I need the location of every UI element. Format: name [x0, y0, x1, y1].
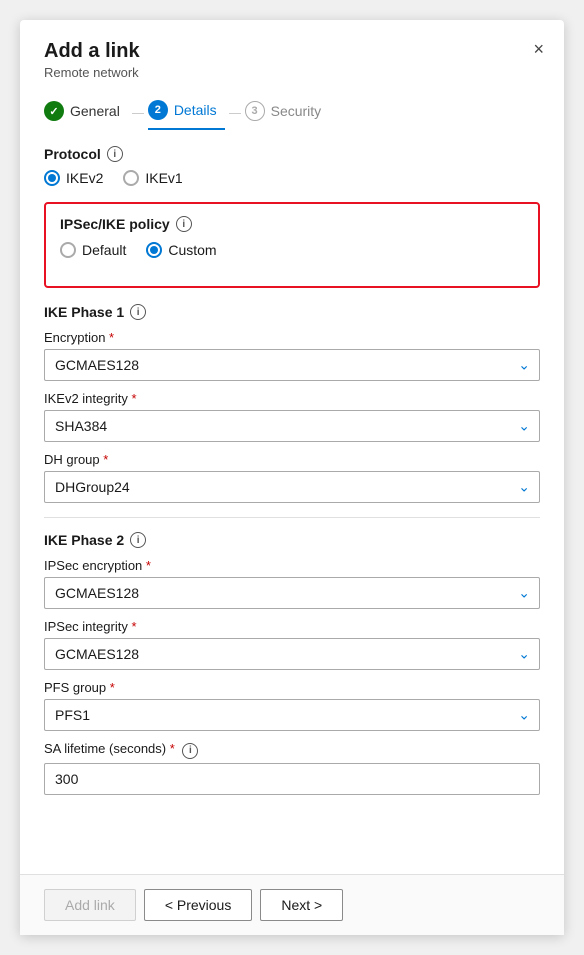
ikev2-integrity-field: IKEv2 integrity * SHA384 SHA256 SHA1 ⌄ [44, 391, 540, 442]
ike-phase1-info-icon[interactable]: i [130, 304, 146, 320]
encryption-select[interactable]: GCMAES128 GCMAES256 AES256 [44, 349, 540, 381]
ike-phase2-title: IKE Phase 2 i [44, 532, 540, 548]
ipsec-integrity-field: IPSec integrity * GCMAES128 GCMAES256 SH… [44, 619, 540, 670]
ike-phase1-section: IKE Phase 1 i Encryption * GCMAES128 GCM… [44, 304, 540, 503]
ike-phase2-info-icon[interactable]: i [130, 532, 146, 548]
dh-group-field: DH group * DHGroup24 DHGroup14 ECP384 ⌄ [44, 452, 540, 503]
protocol-info-icon[interactable]: i [107, 146, 123, 162]
protocol-ikev1-label: IKEv1 [145, 170, 182, 186]
ipsec-policy-box: IPSec/IKE policy i Default Custom [44, 202, 540, 288]
step-separator-1 [132, 113, 144, 114]
ikev2-integrity-select[interactable]: SHA384 SHA256 SHA1 [44, 410, 540, 442]
sa-lifetime-label: SA lifetime (seconds) * i [44, 741, 540, 759]
close-button[interactable]: × [529, 36, 548, 62]
pfs-group-label: PFS group * [44, 680, 540, 695]
sa-lifetime-info-icon[interactable]: i [182, 743, 198, 759]
pfs-group-select-wrapper: PFS1 PFS2 PFS24 None ⌄ [44, 699, 540, 731]
dh-group-select-wrapper: DHGroup24 DHGroup14 ECP384 ⌄ [44, 471, 540, 503]
sa-lifetime-field: SA lifetime (seconds) * i [44, 741, 540, 795]
step-separator-2 [229, 113, 241, 114]
protocol-ikev2-option[interactable]: IKEv2 [44, 170, 103, 186]
encryption-select-wrapper: GCMAES128 GCMAES256 AES256 ⌄ [44, 349, 540, 381]
dialog-subtitle: Remote network [44, 65, 540, 80]
ipsec-encryption-select-wrapper: GCMAES128 GCMAES256 AES256 ⌄ [44, 577, 540, 609]
dh-group-select[interactable]: DHGroup24 DHGroup14 ECP384 [44, 471, 540, 503]
encryption-field: Encryption * GCMAES128 GCMAES256 AES256 … [44, 330, 540, 381]
encryption-label: Encryption * [44, 330, 540, 345]
step-general-circle: ✓ [44, 101, 64, 121]
protocol-ikev2-radio[interactable] [44, 170, 60, 186]
protocol-ikev2-label: IKEv2 [66, 170, 103, 186]
ipsec-policy-default-option[interactable]: Default [60, 242, 126, 258]
ipsec-integrity-select[interactable]: GCMAES128 GCMAES256 SHA256 [44, 638, 540, 670]
step-general-label: General [70, 103, 120, 119]
ipsec-policy-info-icon[interactable]: i [176, 216, 192, 232]
add-link-dialog: Add a link Remote network × ✓ General 2 … [20, 20, 564, 935]
step-security[interactable]: 3 Security [245, 97, 330, 129]
step-details[interactable]: 2 Details [148, 96, 225, 130]
phase-divider [44, 517, 540, 518]
ike-phase2-section: IKE Phase 2 i IPSec encryption * GCMAES1… [44, 532, 540, 795]
ipsec-encryption-field: IPSec encryption * GCMAES128 GCMAES256 A… [44, 558, 540, 609]
dialog-footer: Add link < Previous Next > [20, 874, 564, 935]
ipsec-policy-radio-group: Default Custom [60, 242, 524, 258]
dialog-title: Add a link [44, 40, 540, 63]
ikev2-integrity-select-wrapper: SHA384 SHA256 SHA1 ⌄ [44, 410, 540, 442]
ipsec-policy-default-label: Default [82, 242, 126, 258]
dialog-content: Protocol i IKEv2 IKEv1 IPSec/IKE policy … [20, 130, 564, 874]
dialog-header: Add a link Remote network × [20, 20, 564, 80]
previous-button[interactable]: < Previous [144, 889, 253, 921]
step-security-label: Security [271, 103, 322, 119]
add-link-button[interactable]: Add link [44, 889, 136, 921]
ipsec-policy-custom-option[interactable]: Custom [146, 242, 216, 258]
protocol-ikev1-option[interactable]: IKEv1 [123, 170, 182, 186]
dh-group-label: DH group * [44, 452, 540, 467]
protocol-radio-group: IKEv2 IKEv1 [44, 170, 540, 186]
ipsec-encryption-label: IPSec encryption * [44, 558, 540, 573]
protocol-label: Protocol i [44, 146, 540, 162]
next-button[interactable]: Next > [260, 889, 343, 921]
ipsec-encryption-select[interactable]: GCMAES128 GCMAES256 AES256 [44, 577, 540, 609]
ipsec-integrity-select-wrapper: GCMAES128 GCMAES256 SHA256 ⌄ [44, 638, 540, 670]
step-security-circle: 3 [245, 101, 265, 121]
ipsec-policy-default-radio[interactable] [60, 242, 76, 258]
pfs-group-select[interactable]: PFS1 PFS2 PFS24 None [44, 699, 540, 731]
steps-nav: ✓ General 2 Details 3 Security [20, 80, 564, 130]
step-details-label: Details [174, 102, 217, 118]
ikev2-integrity-label: IKEv2 integrity * [44, 391, 540, 406]
ipsec-policy-custom-radio[interactable] [146, 242, 162, 258]
ipsec-policy-custom-label: Custom [168, 242, 216, 258]
ipsec-integrity-label: IPSec integrity * [44, 619, 540, 634]
step-details-circle: 2 [148, 100, 168, 120]
pfs-group-field: PFS group * PFS1 PFS2 PFS24 None ⌄ [44, 680, 540, 731]
protocol-ikev1-radio[interactable] [123, 170, 139, 186]
sa-lifetime-input[interactable] [44, 763, 540, 795]
ike-phase1-title: IKE Phase 1 i [44, 304, 540, 320]
step-general[interactable]: ✓ General [44, 97, 128, 129]
ipsec-policy-label: IPSec/IKE policy i [60, 216, 524, 232]
